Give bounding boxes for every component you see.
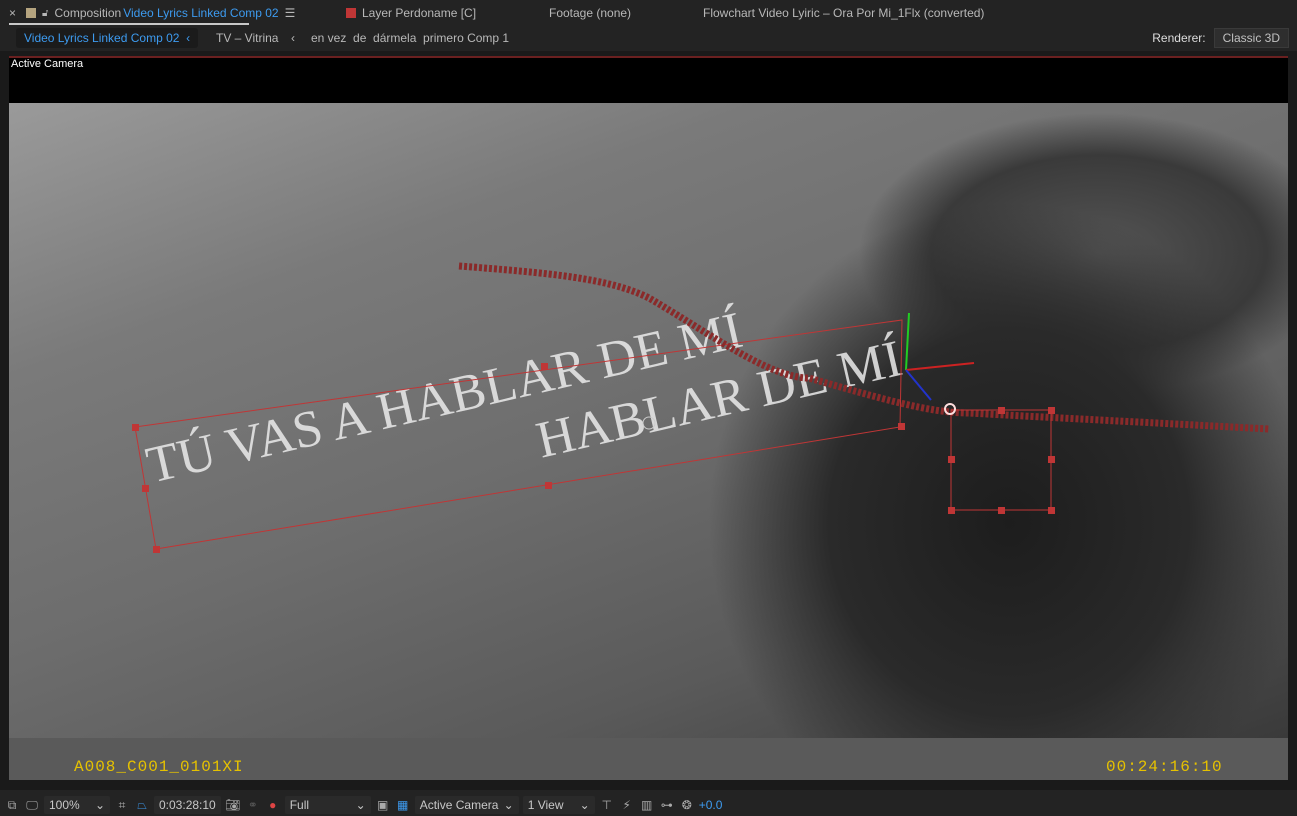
composition-viewer[interactable]: A008_C001_0101XI 00:24:16:10 Active Came… xyxy=(0,51,1297,790)
zoom-value: 100% xyxy=(49,798,80,812)
chevron-left-icon: ‹ xyxy=(291,31,295,45)
always-preview-icon[interactable]: ⧉ xyxy=(4,797,20,813)
composition-tab-name: Video Lyrics Linked Comp 02 xyxy=(123,6,279,20)
flowchart-icon[interactable]: ⊶ xyxy=(659,797,675,813)
view-layout-dropdown[interactable]: 1 View ⌄ xyxy=(522,796,595,814)
magnification-dropdown[interactable]: 100% ⌄ xyxy=(44,796,110,814)
viewer-toolbar: ⧉ 🖵︎ 100% ⌄ ⌗ ⏢ 0:03:28:10 📷︎ ⚭ ● Full ⌄ ▣… xyxy=(0,794,1297,816)
breadcrumb-item[interactable]: en vez de dármela primero Comp 1 xyxy=(311,31,509,45)
resolution-dropdown[interactable]: Full ⌄ xyxy=(284,796,371,814)
y-axis-gizmo[interactable] xyxy=(905,312,910,371)
composition-tab[interactable]: 🔓︎ Composition Video Lyrics Linked Comp … xyxy=(26,6,295,20)
breadcrumb-item-current[interactable]: Video Lyrics Linked Comp 02 ‹ xyxy=(16,28,199,48)
renderer-control: Renderer: Classic 3D xyxy=(1152,28,1289,48)
camera-snapshot-icon[interactable]: 📷︎ xyxy=(225,797,241,813)
composition-canvas[interactable]: A008_C001_0101XI 00:24:16:10 Active Came… xyxy=(9,58,1288,780)
lock-icon[interactable]: 🔓︎ xyxy=(42,8,48,19)
x-axis-gizmo[interactable] xyxy=(905,362,975,371)
exposure-value[interactable]: +0.0 xyxy=(699,798,723,812)
safe-margins-icon[interactable]: ⌗ xyxy=(114,797,130,813)
footage-tab[interactable]: Footage (none) xyxy=(549,6,631,20)
renderer-dropdown[interactable]: Classic 3D xyxy=(1213,28,1289,48)
breadcrumb-label: Video Lyrics Linked Comp 02 xyxy=(24,31,180,45)
null-bounding-box[interactable] xyxy=(950,409,1052,511)
color-channels-icon[interactable]: ● xyxy=(265,797,281,813)
monitor-icon[interactable]: 🖵︎ xyxy=(24,797,40,813)
label-color-swatch xyxy=(26,8,36,18)
renderer-label: Renderer: xyxy=(1152,31,1206,45)
flowchart-tab[interactable]: Flowchart Video Lyiric – Ora Por Mi_1Flx… xyxy=(703,6,984,20)
resolution-value: Full xyxy=(289,798,310,812)
motion-path-overlay[interactable] xyxy=(9,58,1288,780)
toggle-pixel-aspect-icon[interactable]: ⊤ xyxy=(599,797,615,813)
active-tab-indicator xyxy=(9,23,249,25)
layer-tab-label: Layer Perdoname [C] xyxy=(362,6,477,20)
breadcrumb-item[interactable]: TV – Vitrina xyxy=(216,31,278,45)
show-snapshot-icon[interactable]: ⚭ xyxy=(245,797,261,813)
z-axis-gizmo[interactable] xyxy=(905,369,932,401)
layer-tab[interactable]: Layer Perdoname [C] xyxy=(346,6,476,20)
panel-tab-bar: × 🔓︎ Composition Video Lyrics Linked Com… xyxy=(0,0,1297,27)
layer-color-swatch xyxy=(346,8,356,18)
mask-visibility-icon[interactable]: ⏢ xyxy=(134,797,150,813)
motion-path[interactable] xyxy=(458,262,1270,433)
breadcrumb: Video Lyrics Linked Comp 02 ‹ TV – Vitri… xyxy=(0,28,1297,50)
close-tab-icon[interactable]: × xyxy=(9,6,16,20)
reset-exposure-icon[interactable]: ❂ xyxy=(679,797,695,813)
layout-value: 1 View xyxy=(527,798,564,812)
current-time-display[interactable]: 0:03:28:10 xyxy=(154,796,221,814)
timeline-icon[interactable]: ▥ xyxy=(639,797,655,813)
fast-previews-icon[interactable]: ⚡︎ xyxy=(619,797,635,813)
layer-bounding-box[interactable] xyxy=(134,319,903,550)
transparency-grid-icon[interactable]: ▦ xyxy=(395,797,411,813)
panel-menu-icon[interactable]: ☰ xyxy=(285,6,296,20)
view-value: Active Camera xyxy=(419,798,499,812)
transform-handles[interactable] xyxy=(132,363,1055,553)
region-of-interest-icon[interactable]: ▣ xyxy=(375,797,391,813)
3d-view-dropdown[interactable]: Active Camera ⌄ xyxy=(414,796,519,814)
composition-tab-prefix: Composition xyxy=(54,6,122,20)
anchor-point-icon[interactable] xyxy=(642,416,656,430)
